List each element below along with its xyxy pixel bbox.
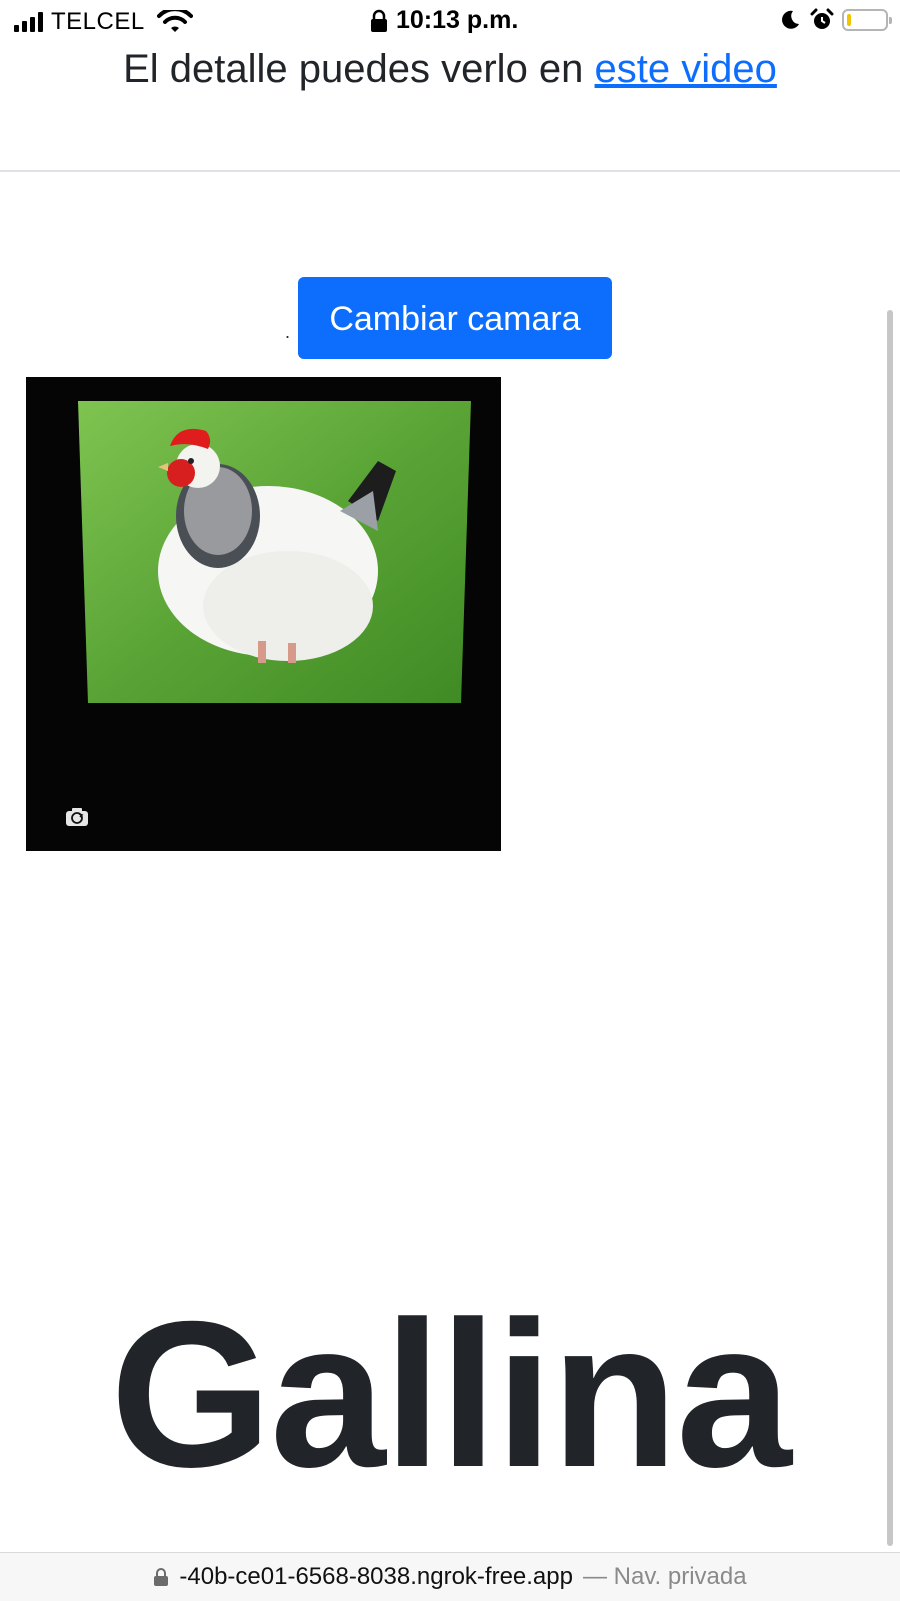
camera-switch-icon[interactable]	[64, 805, 90, 829]
battery-level	[847, 14, 851, 26]
wifi-icon	[156, 10, 193, 32]
carrier-name: TELCEL	[51, 8, 145, 35]
address-bar[interactable]: -40b-ce01-6568-8038.ngrok-free.app — Nav…	[0, 1552, 900, 1601]
status-left: TELCEL	[14, 8, 193, 36]
status-center: 10:13 p.m.	[370, 6, 518, 35]
intro-text: El detalle puedes verlo en este video	[0, 44, 900, 94]
cellular-signal-icon	[14, 12, 43, 32]
battery-icon	[842, 9, 892, 31]
camera-preview	[26, 377, 501, 851]
alarm-clock-icon	[810, 8, 834, 29]
video-link[interactable]: este video	[595, 47, 777, 91]
clock-time: 10:13 p.m.	[396, 6, 519, 34]
url-text[interactable]: -40b-ce01-6568-8038.ngrok-free.app	[179, 1563, 573, 1591]
chicken-photo	[78, 401, 471, 703]
status-right	[778, 8, 892, 32]
private-mode-label: — Nav. privada	[582, 1563, 747, 1590]
prediction-label: Gallina	[110, 1279, 792, 1511]
stray-dot: .	[285, 322, 291, 342]
orientation-lock-icon	[371, 9, 387, 32]
do-not-disturb-moon-icon	[782, 10, 799, 29]
lock-icon	[154, 1568, 169, 1586]
intro-text-prefix: El detalle puedes verlo en	[123, 47, 595, 91]
switch-camera-button[interactable]: Cambiar camara	[298, 277, 612, 359]
section-divider	[0, 170, 900, 172]
status-bar: TELCEL 10:13 p.m.	[0, 0, 900, 44]
